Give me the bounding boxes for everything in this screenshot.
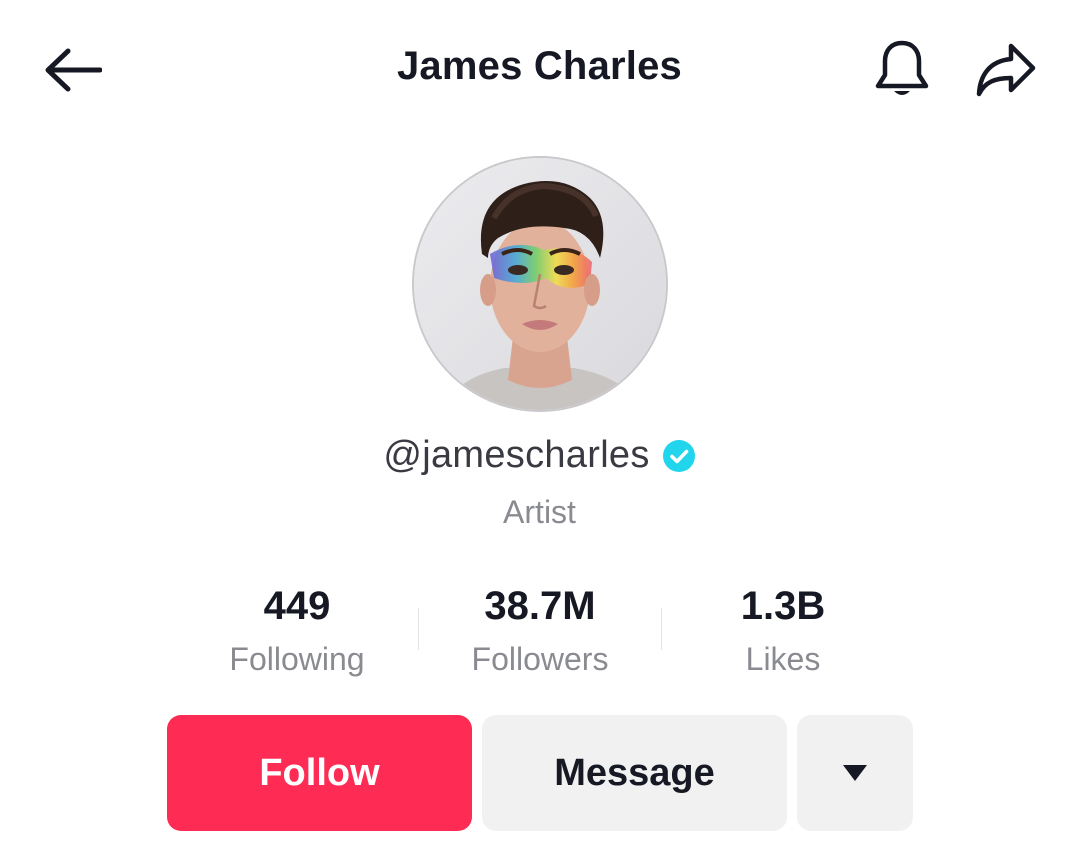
stat-following[interactable]: 449 Following <box>177 582 417 678</box>
username-row: @jamescharles <box>0 434 1079 477</box>
share-button[interactable] <box>970 38 1042 102</box>
avatar[interactable] <box>414 158 666 410</box>
bell-icon <box>875 40 929 95</box>
message-button[interactable]: Message <box>482 715 787 831</box>
stat-likes-value: 1.3B <box>740 584 826 628</box>
more-options-button[interactable] <box>797 715 913 831</box>
share-arrow-icon <box>976 43 1036 97</box>
stat-divider <box>418 608 419 650</box>
follow-button[interactable]: Follow <box>167 715 472 831</box>
stat-following-value: 449 <box>263 584 331 628</box>
stat-likes[interactable]: 1.3B Likes <box>663 582 903 678</box>
notification-bell-button[interactable] <box>866 36 938 104</box>
profile-bio: Artist <box>503 494 576 530</box>
username: @jamescharles <box>383 434 650 476</box>
verified-badge-icon <box>662 439 695 472</box>
caret-down-icon <box>843 765 867 781</box>
stat-followers[interactable]: 38.7M Followers <box>420 582 660 678</box>
stat-following-label: Following <box>229 641 365 677</box>
profile-page: James Charles @jamescharles Artist 449 F… <box>0 0 1079 841</box>
avatar-photo <box>414 158 666 410</box>
stat-followers-label: Followers <box>471 641 609 677</box>
stat-divider <box>661 608 662 650</box>
stat-likes-label: Likes <box>745 641 821 677</box>
stat-followers-value: 38.7M <box>484 584 596 628</box>
